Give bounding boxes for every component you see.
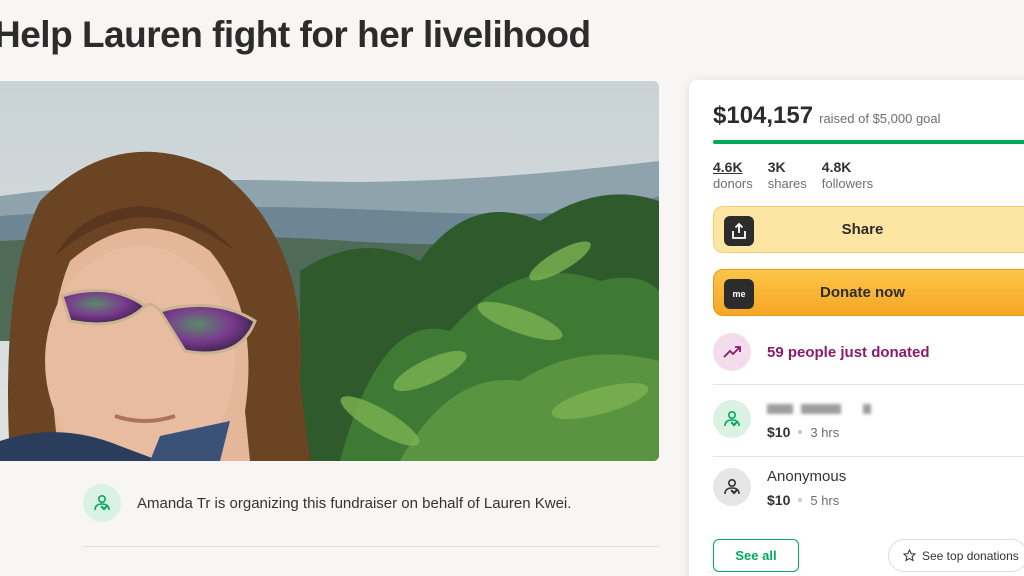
progress-fill [713, 140, 1024, 144]
stat-value: 3K [767, 159, 786, 175]
donate-button[interactable]: me Donate now [713, 269, 1024, 316]
organizer-row: Amanda Tr is organizing this fundraiser … [83, 484, 571, 522]
see-all-button[interactable]: See all [713, 539, 799, 572]
heart-hand-icon [713, 400, 751, 438]
campaign-photo[interactable] [0, 81, 659, 461]
stat-shares: 3K shares [768, 159, 807, 191]
donation-time: 5 hrs [810, 492, 840, 508]
stat-label: donors [713, 176, 753, 191]
divider [83, 546, 659, 547]
stat-donors[interactable]: 4.6K donors [713, 159, 753, 191]
star-icon [903, 549, 916, 562]
recent-donations-trend: 59 people just donated [713, 333, 930, 371]
heart-hand-icon [713, 468, 751, 506]
share-label: Share [841, 221, 884, 238]
amount-row: $104,157 raised of $5,000 goal [713, 102, 941, 130]
divider [713, 384, 1024, 385]
donation-item: Anonymous $10 5 hrs [713, 468, 846, 508]
stat-value: 4.6K [713, 159, 743, 175]
raised-amount: $104,157 [713, 102, 814, 129]
donation-item: $10 3 hrs [713, 400, 871, 440]
donation-amount: $10 [767, 492, 791, 508]
stat-value: 4.8K [821, 159, 852, 175]
stats-row: 4.6K donors 3K shares 4.8K followers [713, 159, 888, 191]
see-top-label: See top donations [922, 548, 1019, 563]
donation-card: $104,157 raised of $5,000 goal 4.6K dono… [689, 80, 1024, 576]
donation-amount: $10 [767, 424, 791, 440]
share-icon [724, 216, 754, 246]
share-button[interactable]: Share [713, 206, 1024, 253]
donor-name-redacted [767, 400, 871, 418]
stat-label: followers [821, 176, 874, 191]
page-title: Help Lauren fight for her livelihood [0, 14, 591, 55]
donate-icon-text: me [732, 289, 746, 299]
donor-name: Anonymous [767, 468, 847, 485]
donate-label: Donate now [820, 284, 905, 301]
organizer-text: Amanda Tr is organizing this fundraiser … [137, 494, 572, 512]
stat-label: shares [767, 176, 807, 191]
trend-text: 59 people just donated [767, 343, 930, 361]
separator-dot [798, 430, 803, 434]
separator-dot [798, 498, 803, 502]
goal-text: raised of $5,000 goal [819, 111, 941, 126]
trending-up-icon [713, 333, 751, 371]
gofundme-logo-icon: me [724, 279, 754, 309]
progress-bar [713, 140, 1024, 144]
campaign-photo-image [0, 81, 659, 461]
donation-time: 3 hrs [810, 424, 840, 440]
organizer-avatar [83, 484, 121, 522]
heart-hand-icon [94, 494, 110, 511]
stat-followers: 4.8K followers [822, 159, 873, 191]
see-top-donations-button[interactable]: See top donations [888, 539, 1024, 572]
divider [713, 456, 1024, 457]
